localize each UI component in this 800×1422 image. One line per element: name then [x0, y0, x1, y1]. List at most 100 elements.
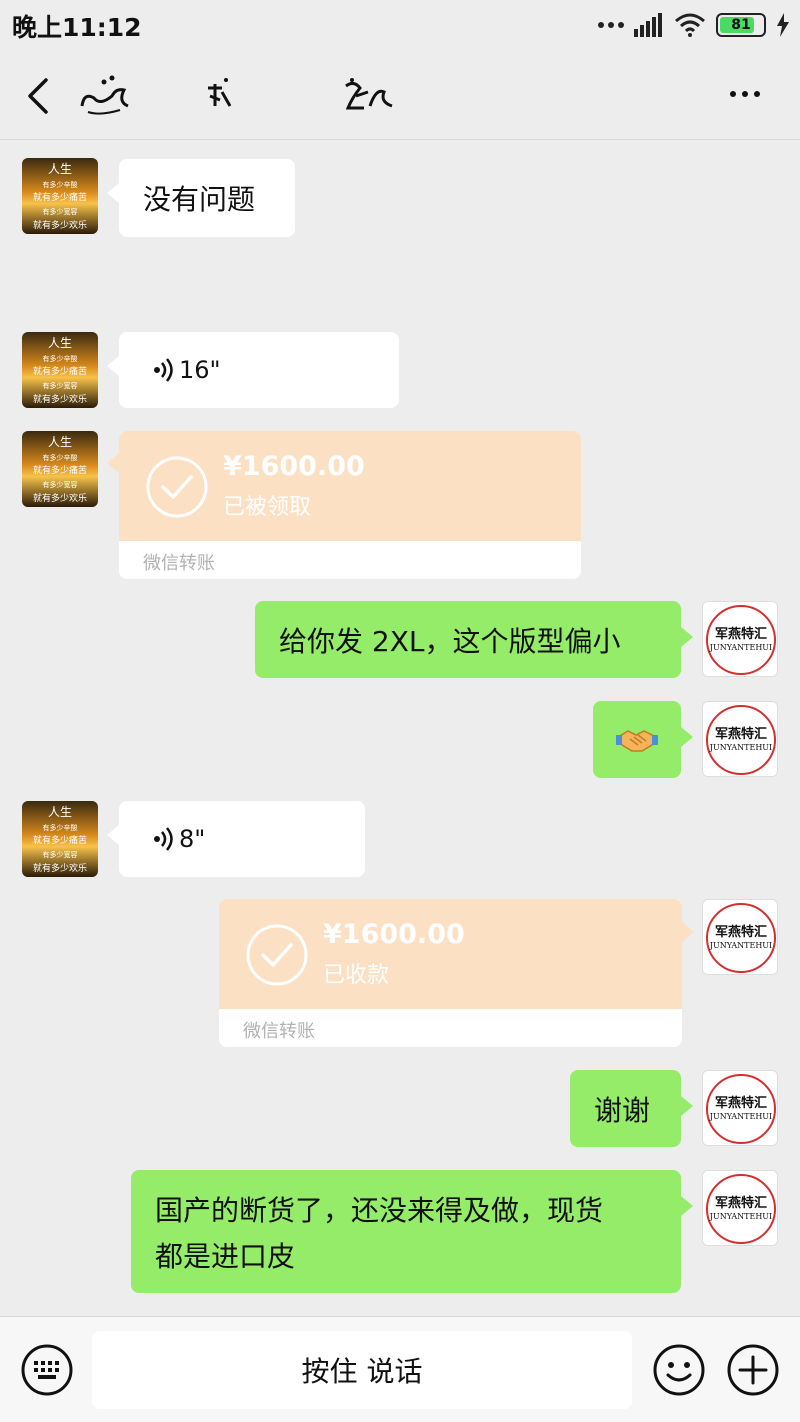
emoji-message-bubble[interactable] — [593, 701, 693, 778]
logo-cn: 军燕特汇 — [715, 924, 767, 940]
transfer-card-incoming[interactable]: ¥1600.00 已被领取 微信转账 — [119, 431, 581, 579]
transfer-status: 已被领取 — [223, 495, 312, 520]
logo-en: JUNYANTEHUI — [709, 1212, 772, 1221]
more-options-icon[interactable] — [730, 82, 770, 106]
logo-cn: 军燕特汇 — [715, 726, 767, 742]
transfer-card-body: ¥1600.00 已收款 — [219, 899, 682, 1009]
hold-to-talk-button[interactable]: 按住 说话 — [92, 1331, 632, 1409]
logo-en: JUNYANTEHUI — [709, 643, 772, 652]
transfer-amount: ¥1600.00 — [223, 451, 365, 482]
logo-cn: 军燕特汇 — [715, 1195, 767, 1211]
avatar-caption-3: 就有多少痛苦 — [33, 191, 87, 203]
transfer-label: 微信转账 — [243, 1021, 315, 1042]
contact-name-logo — [80, 75, 393, 115]
transfer-status: 已收款 — [323, 963, 390, 988]
avatar-caption-5: 就有多少欢乐 — [33, 492, 87, 504]
sunset-avatar-image: 人生 有多少辛酸 就有多少痛苦 有多少宽容 就有多少欢乐 — [22, 332, 98, 408]
logo-en: JUNYANTEHUI — [709, 1112, 772, 1121]
avatar-caption-4: 有多少宽容 — [43, 480, 78, 489]
logo-en: JUNYANTEHUI — [709, 941, 772, 950]
transfer-card-footer: 微信转账 — [119, 541, 581, 579]
back-arrow-icon[interactable] — [18, 74, 58, 118]
transfer-card-footer: 微信转账 — [219, 1009, 682, 1047]
transfer-card-body: ¥1600.00 已被领取 — [119, 431, 581, 541]
logo-en: JUNYANTEHUI — [709, 743, 772, 752]
avatar-caption-2: 有多少辛酸 — [43, 823, 78, 832]
transfer-label: 微信转账 — [143, 553, 215, 574]
message-text-line-2: 都是进口皮 — [155, 1239, 296, 1273]
sunset-avatar-image: 人生 有多少辛酸 就有多少痛苦 有多少宽容 就有多少欢乐 — [22, 431, 98, 507]
more-notifications-icon — [598, 22, 624, 28]
avatar-caption-2: 有多少辛酸 — [43, 453, 78, 462]
check-circle-icon — [246, 924, 308, 986]
keyboard-toggle-icon[interactable] — [20, 1343, 74, 1397]
junyan-logo-avatar: 军燕特汇 JUNYANTEHUI — [703, 702, 777, 776]
voice-wave-icon — [154, 827, 173, 851]
chat-header — [0, 50, 800, 140]
message-text: 给你发 2XL，这个版型偏小 — [279, 624, 621, 658]
avatar-caption-3: 就有多少痛苦 — [33, 464, 87, 476]
my-avatar[interactable]: 军燕特汇 JUNYANTEHUI — [702, 1070, 778, 1146]
voice-wave-icon — [154, 358, 173, 382]
sunset-avatar-image: 人生 有多少辛酸 就有多少痛苦 有多少宽容 就有多少欢乐 — [22, 158, 98, 234]
junyan-logo-avatar: 军燕特汇 JUNYANTEHUI — [703, 1171, 777, 1245]
message-text: 没有问题 — [143, 183, 256, 216]
avatar-caption-3: 就有多少痛苦 — [33, 365, 87, 377]
junyan-logo-avatar: 军燕特汇 JUNYANTEHUI — [703, 1071, 777, 1145]
avatar-caption-1: 人生 — [48, 805, 72, 819]
avatar-caption-5: 就有多少欢乐 — [33, 393, 87, 405]
message-text-line-1: 国产的断货了，还没来得及做，现货 — [155, 1193, 604, 1227]
wifi-icon — [675, 13, 705, 37]
emoji-icon[interactable] — [652, 1343, 706, 1397]
charging-icon — [777, 13, 789, 37]
my-avatar[interactable]: 军燕特汇 JUNYANTEHUI — [702, 701, 778, 777]
contact-avatar[interactable]: 人生 有多少辛酸 就有多少痛苦 有多少宽容 就有多少欢乐 — [22, 158, 98, 234]
add-more-icon[interactable] — [726, 1343, 780, 1397]
hold-to-talk-label: 按住 说话 — [301, 1355, 423, 1388]
avatar-caption-5: 就有多少欢乐 — [33, 219, 87, 231]
logo-cn: 军燕特汇 — [715, 1095, 767, 1111]
message-text: 谢谢 — [594, 1093, 651, 1127]
battery-level: 81 — [731, 17, 751, 33]
avatar-caption-2: 有多少辛酸 — [43, 354, 78, 363]
voice-duration: 8" — [179, 825, 206, 853]
status-time: 晚上11:12 — [12, 13, 142, 42]
voice-message-bubble[interactable]: 8" — [107, 801, 365, 877]
voice-message-bubble[interactable]: 16" — [107, 332, 399, 408]
avatar-caption-4: 有多少宽容 — [43, 850, 78, 859]
avatar-caption-2: 有多少辛酸 — [43, 180, 78, 189]
bubble-tail — [107, 453, 119, 473]
my-avatar[interactable]: 军燕特汇 JUNYANTEHUI — [702, 899, 778, 975]
signal-icon — [634, 13, 662, 37]
junyan-logo-avatar: 军燕特汇 JUNYANTEHUI — [703, 602, 777, 676]
avatar-caption-5: 就有多少欢乐 — [33, 862, 87, 874]
contact-avatar[interactable]: 人生 有多少辛酸 就有多少痛苦 有多少宽容 就有多少欢乐 — [22, 801, 98, 877]
my-avatar[interactable]: 军燕特汇 JUNYANTEHUI — [702, 601, 778, 677]
avatar-caption-3: 就有多少痛苦 — [33, 834, 87, 846]
avatar-caption-4: 有多少宽容 — [43, 381, 78, 390]
avatar-caption-1: 人生 — [48, 435, 72, 449]
my-avatar[interactable]: 军燕特汇 JUNYANTEHUI — [702, 1170, 778, 1246]
status-icons: 81 — [598, 10, 790, 40]
message-bubble-incoming[interactable]: 没有问题 — [107, 159, 295, 237]
status-bar: 晚上11:12 81 — [0, 0, 800, 50]
chat-input-bar: 按住 说话 — [0, 1316, 800, 1422]
sunset-avatar-image: 人生 有多少辛酸 就有多少痛苦 有多少宽容 就有多少欢乐 — [22, 801, 98, 877]
battery-icon: 81 — [716, 13, 766, 37]
transfer-amount: ¥1600.00 — [323, 919, 465, 950]
avatar-caption-4: 有多少宽容 — [43, 207, 78, 216]
check-circle-icon — [146, 456, 208, 518]
voice-duration: 16" — [179, 356, 221, 384]
handshake-icon — [616, 729, 658, 752]
logo-cn: 军燕特汇 — [715, 626, 767, 642]
junyan-logo-avatar: 军燕特汇 JUNYANTEHUI — [703, 900, 777, 974]
avatar-caption-1: 人生 — [48, 336, 72, 350]
message-bubble-outgoing[interactable]: 给你发 2XL，这个版型偏小 — [255, 601, 693, 678]
contact-avatar[interactable]: 人生 有多少辛酸 就有多少痛苦 有多少宽容 就有多少欢乐 — [22, 431, 98, 507]
avatar-caption-1: 人生 — [48, 162, 72, 176]
bubble-tail — [682, 922, 694, 942]
message-bubble-outgoing[interactable]: 国产的断货了，还没来得及做，现货 都是进口皮 — [131, 1170, 693, 1293]
transfer-card-outgoing[interactable]: ¥1600.00 已收款 微信转账 — [219, 899, 682, 1047]
message-bubble-outgoing[interactable]: 谢谢 — [570, 1070, 693, 1147]
contact-avatar[interactable]: 人生 有多少辛酸 就有多少痛苦 有多少宽容 就有多少欢乐 — [22, 332, 98, 408]
